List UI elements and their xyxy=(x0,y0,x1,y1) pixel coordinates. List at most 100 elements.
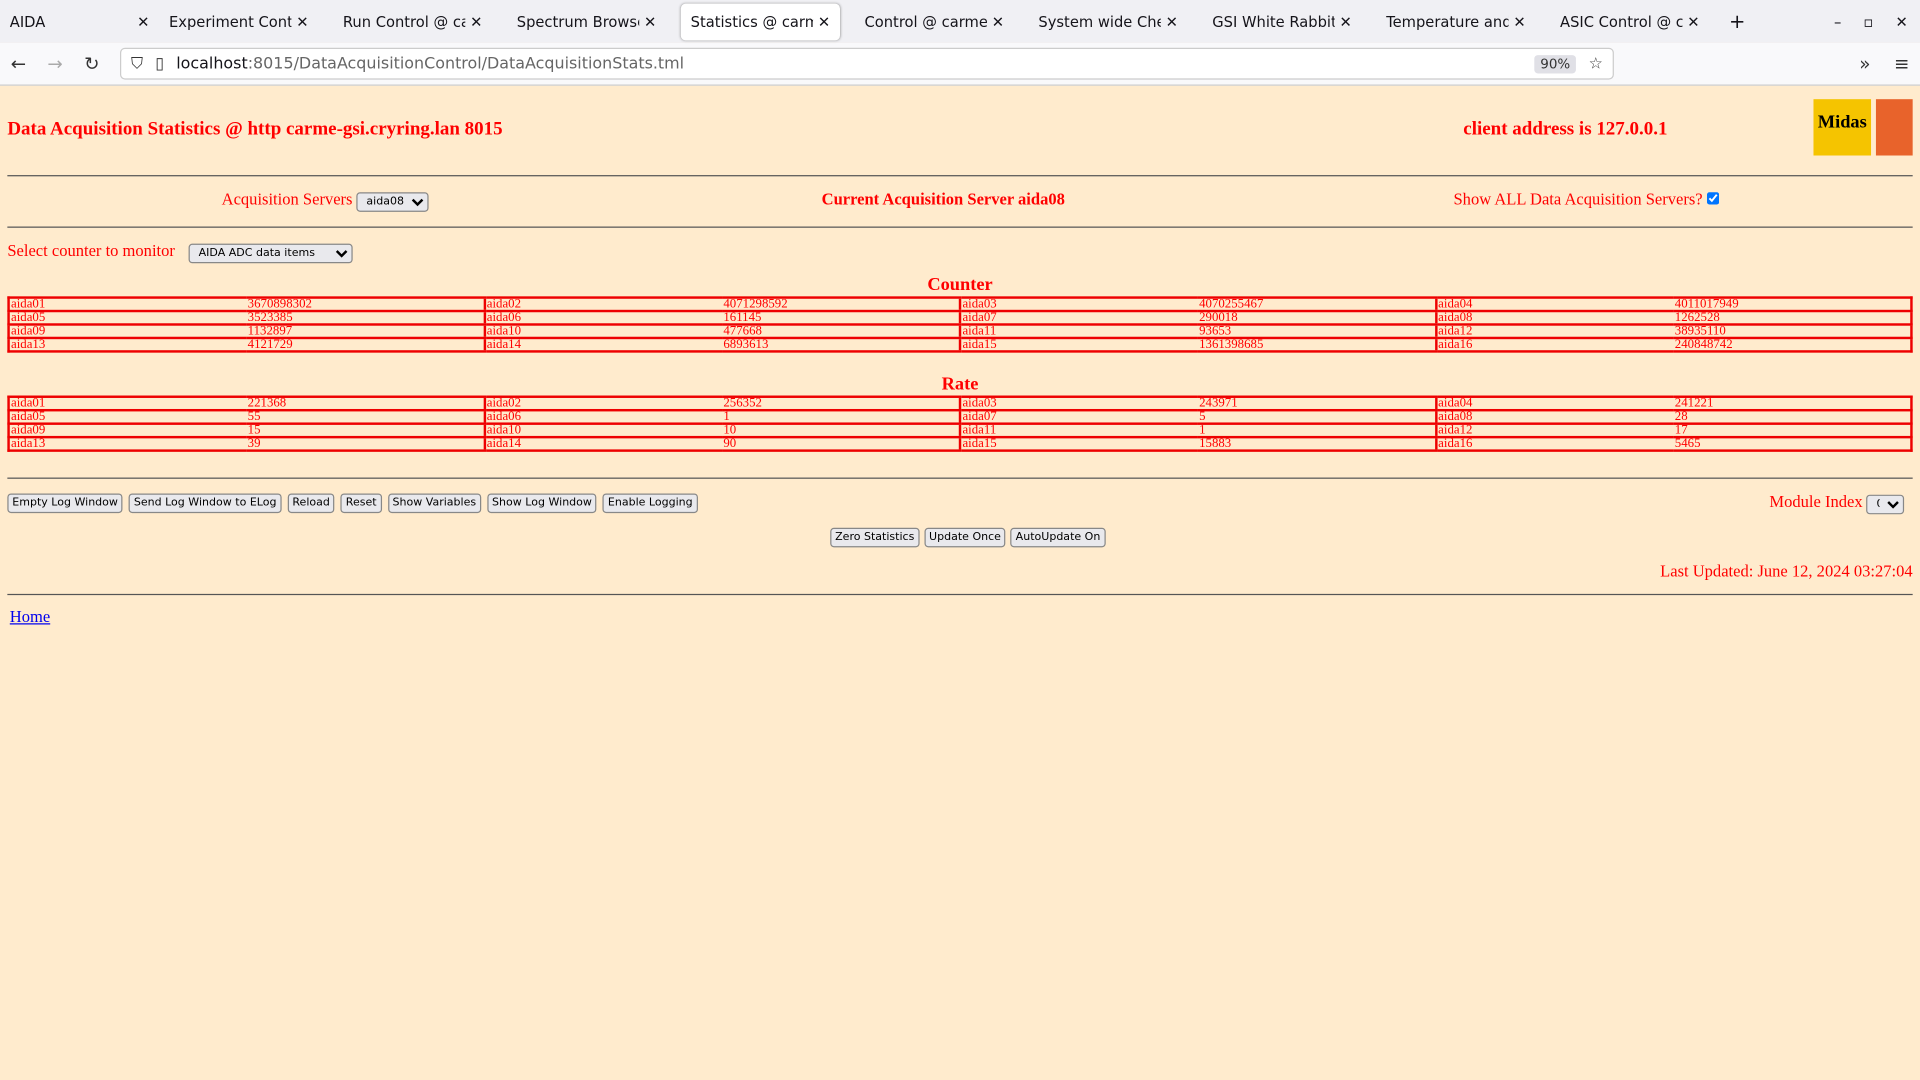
current-server: Current Acquisition Server aida08 xyxy=(821,189,1065,209)
close-icon[interactable]: ✕ xyxy=(644,13,656,30)
server-value: 256352 xyxy=(722,395,961,412)
server-value: 4071298592 xyxy=(722,296,961,313)
divider xyxy=(7,226,1913,228)
close-icon[interactable]: ✕ xyxy=(1687,13,1699,30)
back-icon[interactable]: ← xyxy=(0,53,37,75)
maximize-icon[interactable]: ▫ xyxy=(1863,13,1873,30)
close-icon[interactable]: ✕ xyxy=(1340,13,1352,30)
page-title: Data Acquisition Statistics @ http carme… xyxy=(7,118,503,140)
server-value: 1361398685 xyxy=(1197,336,1436,353)
page-icon: ▯ xyxy=(155,54,164,73)
server-name: aida02 xyxy=(483,296,723,313)
browser-tab[interactable]: Temperature and stat ✕ xyxy=(1376,3,1535,40)
tab-label: Spectrum Browser @ xyxy=(516,12,639,31)
browser-tab[interactable]: AIDA ✕ xyxy=(0,3,159,40)
table-row: aida09 15 aida10 10 aida11 1 aida12 17 xyxy=(7,422,1913,439)
divider xyxy=(7,477,1913,479)
server-value: 6893613 xyxy=(722,336,961,353)
server-value: 4121729 xyxy=(246,336,485,353)
show-all-checkbox[interactable] xyxy=(1706,192,1720,205)
module-index-select[interactable]: 0 xyxy=(1866,494,1905,515)
tab-label: Control @ carme-gsi xyxy=(864,12,986,31)
update-once-button[interactable]: Update Once xyxy=(924,527,1006,548)
close-icon[interactable]: ✕ xyxy=(470,13,482,30)
server-value: 4011017949 xyxy=(1673,296,1913,313)
browser-tab[interactable]: System wide Checks ✕ xyxy=(1029,3,1188,40)
server-name: aida07 xyxy=(958,408,1198,425)
reload-icon[interactable]: ↻ xyxy=(73,53,110,75)
browser-tab[interactable]: Spectrum Browser @ ✕ xyxy=(507,3,666,40)
server-value: 15 xyxy=(246,422,485,439)
home-link[interactable]: Home xyxy=(10,607,50,627)
browser-tab[interactable]: GSI White Rabbit Tim ✕ xyxy=(1202,3,1361,40)
server-name: aida16 xyxy=(1434,336,1674,353)
server-value: 1132897 xyxy=(246,323,485,340)
enable-logging-button[interactable]: Enable Logging xyxy=(602,493,698,514)
acq-server-select[interactable]: aida08 xyxy=(356,192,429,212)
close-icon[interactable]: ✕ xyxy=(818,13,830,30)
server-value: 55 xyxy=(246,408,485,425)
server-name: aida13 xyxy=(7,336,247,353)
minimize-icon[interactable]: – xyxy=(1834,13,1841,30)
close-icon[interactable]: ✕ xyxy=(1166,13,1178,30)
partner-logo xyxy=(1875,99,1913,156)
browser-tab[interactable]: Control @ carme-gsi ✕ xyxy=(855,3,1014,40)
server-value: 5465 xyxy=(1673,435,1913,452)
server-name: aida06 xyxy=(483,408,723,425)
star-icon[interactable]: ☆ xyxy=(1589,54,1603,72)
table-row: aida13 4121729 aida14 6893613 aida15 13613986… xyxy=(7,336,1913,353)
menu-icon[interactable]: ≡ xyxy=(1883,53,1920,75)
server-value: 90 xyxy=(722,435,961,452)
server-name: aida05 xyxy=(7,408,247,425)
send-log-window-to-elog-button[interactable]: Send Log Window to ELog xyxy=(128,493,282,514)
server-value: 221368 xyxy=(246,395,485,412)
reload-button[interactable]: Reload xyxy=(287,493,335,514)
new-tab-icon[interactable]: + xyxy=(1729,10,1745,33)
server-value: 3523385 xyxy=(246,309,485,326)
server-name: aida06 xyxy=(483,309,723,326)
server-name: aida02 xyxy=(483,395,723,412)
counter-select[interactable]: AIDA ADC data items xyxy=(188,243,353,264)
server-name: aida09 xyxy=(7,422,247,439)
rate-table: aida01 221368 aida02 256352 aida03 243971 aida… xyxy=(7,395,1913,452)
zoom-level[interactable]: 90% xyxy=(1534,54,1577,73)
url-bar[interactable]: ⛉ ▯ localhost:8015/DataAcquisitionControl… xyxy=(120,47,1614,80)
show-variables-button[interactable]: Show Variables xyxy=(387,493,482,514)
browser-tab[interactable]: ASIC Control @ carm ✕ xyxy=(1550,3,1709,40)
empty-log-window-button[interactable]: Empty Log Window xyxy=(7,493,123,514)
counter-table: aida01 3670898302 aida02 4071298592 aida03 40… xyxy=(7,296,1913,353)
server-value: 241221 xyxy=(1673,395,1913,412)
server-name: aida15 xyxy=(958,336,1198,353)
server-name: aida09 xyxy=(7,323,247,340)
zero-statistics-button[interactable]: Zero Statistics xyxy=(830,527,920,548)
show-log-window-button[interactable]: Show Log Window xyxy=(487,493,597,514)
close-window-icon[interactable]: ✕ xyxy=(1895,13,1907,30)
forward-icon[interactable]: → xyxy=(37,53,74,75)
overflow-icon[interactable]: » xyxy=(1847,53,1884,75)
tab-label: Experiment Control @ xyxy=(168,12,291,31)
table-row: aida01 221368 aida02 256352 aida03 243971 aida… xyxy=(7,395,1913,412)
autoupdate-on-button[interactable]: AutoUpdate On xyxy=(1010,527,1106,548)
close-icon[interactable]: ✕ xyxy=(137,13,149,30)
close-icon[interactable]: ✕ xyxy=(992,13,1004,30)
browser-tab[interactable]: Statistics @ carme-g ✕ xyxy=(680,3,841,40)
server-value: 240848742 xyxy=(1673,336,1913,353)
counter-title: Counter xyxy=(927,275,993,296)
client-address: client address is 127.0.0.1 xyxy=(1463,118,1668,140)
reset-button[interactable]: Reset xyxy=(340,493,382,514)
tab-label: Temperature and stat xyxy=(1386,12,1508,31)
browser-tab[interactable]: Experiment Control @ ✕ xyxy=(159,3,318,40)
nav-bar: ← → ↻ ⛉ ▯ localhost:8015/DataAcquisitionC… xyxy=(0,42,1920,86)
server-name: aida12 xyxy=(1434,422,1674,439)
midas-logo: Midas xyxy=(1813,99,1872,156)
browser-tab[interactable]: Run Control @ carme ✕ xyxy=(333,3,492,40)
server-value: 39 xyxy=(246,435,485,452)
tab-label: AIDA xyxy=(9,12,46,31)
server-name: aida16 xyxy=(1434,435,1674,452)
server-name: aida05 xyxy=(7,309,247,326)
server-value: 93653 xyxy=(1197,323,1436,340)
table-row: aida05 3523385 aida06 161145 aida07 290018 aid… xyxy=(7,309,1913,326)
close-icon[interactable]: ✕ xyxy=(296,13,308,30)
close-icon[interactable]: ✕ xyxy=(1513,13,1525,30)
server-name: aida12 xyxy=(1434,323,1674,340)
